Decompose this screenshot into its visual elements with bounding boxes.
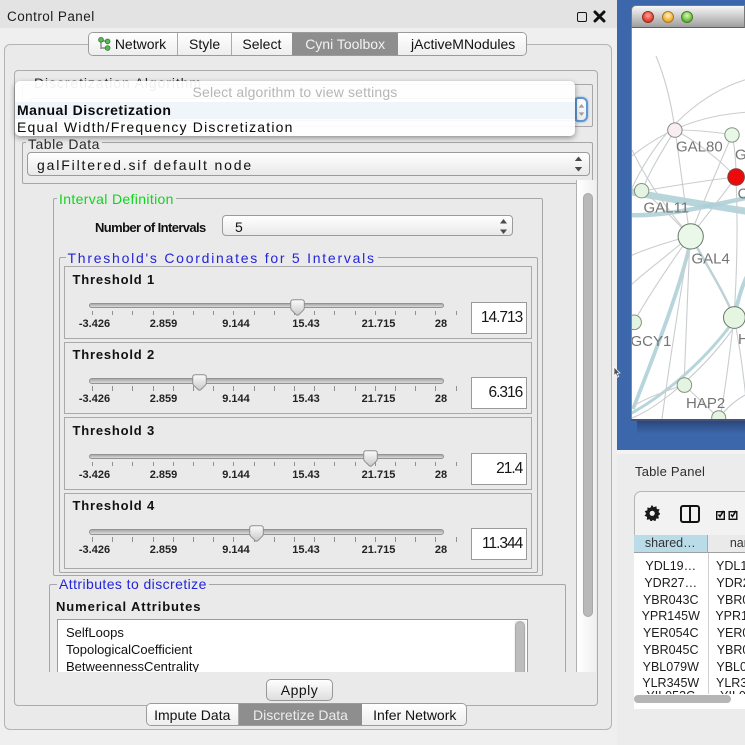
svg-text:GA: GA bbox=[735, 147, 745, 164]
svg-text:GAL4: GAL4 bbox=[692, 251, 730, 268]
svg-text:HAP2: HAP2 bbox=[686, 395, 725, 412]
svg-text:H: H bbox=[738, 331, 745, 348]
svg-text:GAL11: GAL11 bbox=[644, 200, 690, 217]
svg-text:GAL80: GAL80 bbox=[676, 139, 723, 156]
svg-text:GCY1: GCY1 bbox=[632, 333, 671, 350]
svg-text:C: C bbox=[738, 186, 745, 203]
